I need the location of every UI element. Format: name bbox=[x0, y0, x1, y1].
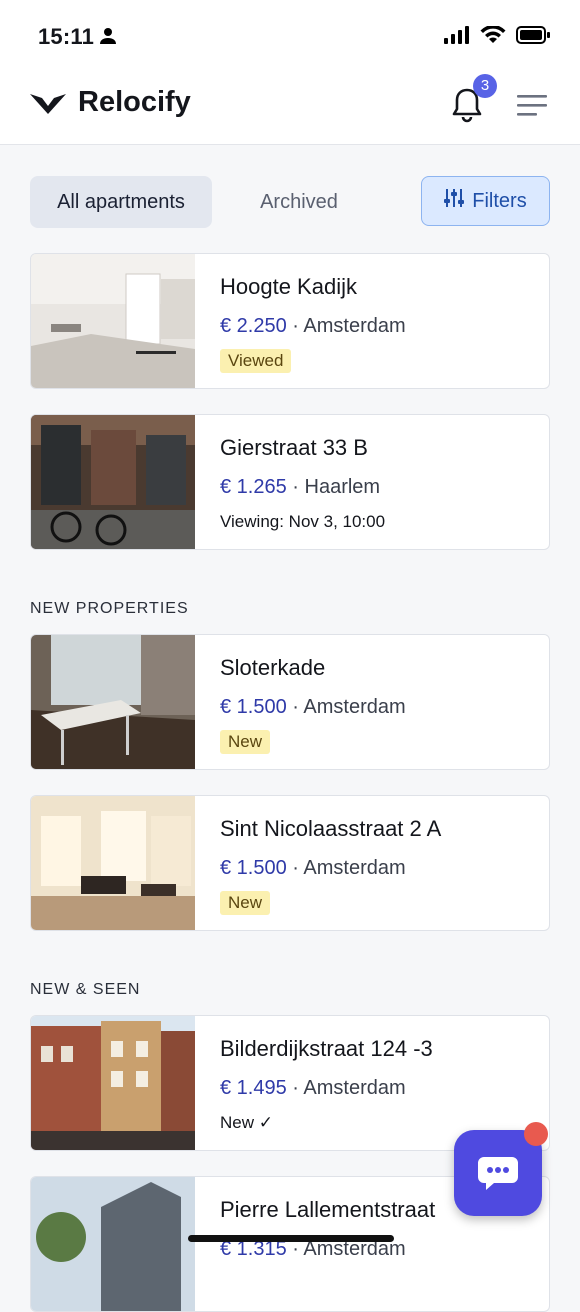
listing-title: Bilderdijkstraat 124 -3 bbox=[220, 1036, 433, 1061]
listing-photo bbox=[31, 415, 195, 549]
app-header: Relocify 3 bbox=[0, 66, 580, 145]
status-time: 15:11 bbox=[38, 24, 95, 49]
listing-card[interactable]: Sint Nicolaasstraat 2 A € 1.500 · Amster… bbox=[30, 795, 550, 931]
listing-title: Sint Nicolaasstraat 2 A bbox=[220, 816, 442, 841]
notification-badge: 3 bbox=[473, 74, 497, 98]
listing-card[interactable]: Gierstraat 33 B € 1.265 · Haarlem Viewin… bbox=[30, 414, 550, 550]
section-new-properties: NEW PROPERTIES bbox=[30, 600, 189, 617]
listing-photo bbox=[31, 635, 195, 769]
logo-icon bbox=[30, 92, 66, 121]
listing-title: Sloterkade bbox=[220, 655, 326, 680]
listing-photo bbox=[31, 796, 195, 930]
home-indicator bbox=[188, 1235, 394, 1242]
listing-city: Amsterdam bbox=[303, 857, 406, 879]
listing-status: New ✓ bbox=[220, 1113, 273, 1132]
listing-price-line: € 2.250 · Amsterdam bbox=[220, 315, 406, 337]
person-icon bbox=[100, 27, 116, 50]
status-badge: Viewed bbox=[220, 349, 292, 373]
listing-price: € 1.495 bbox=[220, 1077, 287, 1099]
listing-price: € 2.250 bbox=[220, 315, 287, 337]
listing-title: Hoogte Kadijk bbox=[220, 274, 357, 299]
wifi-icon bbox=[480, 25, 506, 49]
listing-price-line: € 1.495 · Amsterdam bbox=[220, 1077, 406, 1099]
listing-price-line: € 1.265 · Haarlem bbox=[220, 476, 381, 498]
status-badge: New bbox=[220, 891, 271, 915]
listing-city: Amsterdam bbox=[303, 696, 406, 718]
listing-card[interactable]: Hoogte Kadijk € 2.250 · Amsterdam Viewed bbox=[30, 253, 550, 389]
listing-price: € 1.500 bbox=[220, 857, 287, 879]
listing-price-line: € 1.500 · Amsterdam bbox=[220, 857, 406, 879]
chat-notification-dot bbox=[524, 1122, 548, 1146]
listing-city: Haarlem bbox=[304, 476, 381, 498]
listing-price: € 1.265 bbox=[220, 476, 287, 498]
app-title: Relocify bbox=[78, 86, 191, 118]
listing-title: Pierre Lallementstraat bbox=[220, 1197, 436, 1222]
filters-label: Filters bbox=[472, 189, 527, 212]
listing-city: Amsterdam bbox=[303, 1077, 406, 1099]
tab-all-apartments[interactable]: All apartments bbox=[30, 176, 212, 228]
chat-icon bbox=[478, 1157, 518, 1190]
tab-archived[interactable]: Archived bbox=[232, 176, 366, 228]
listing-city: Amsterdam bbox=[303, 315, 406, 337]
filters-icon bbox=[444, 188, 465, 214]
section-new-seen: NEW & SEEN bbox=[30, 981, 141, 998]
listing-price: € 1.500 bbox=[220, 696, 287, 718]
listing-price-line: € 1.500 · Amsterdam bbox=[220, 696, 406, 718]
listing-photo bbox=[31, 1016, 195, 1150]
battery-icon bbox=[516, 26, 550, 49]
menu-icon[interactable] bbox=[517, 93, 547, 117]
viewing-time: Viewing: Nov 3, 10:00 bbox=[220, 512, 386, 531]
status-bar: 15:11 bbox=[0, 0, 580, 66]
signal-icon bbox=[444, 26, 470, 49]
filters-button[interactable]: Filters bbox=[421, 176, 550, 226]
listing-title: Gierstraat 33 B bbox=[220, 435, 368, 460]
listing-photo bbox=[31, 1177, 195, 1311]
listing-photo bbox=[31, 254, 195, 388]
listing-card[interactable]: Sloterkade € 1.500 · Amsterdam New bbox=[30, 634, 550, 770]
status-badge: New bbox=[220, 730, 271, 754]
